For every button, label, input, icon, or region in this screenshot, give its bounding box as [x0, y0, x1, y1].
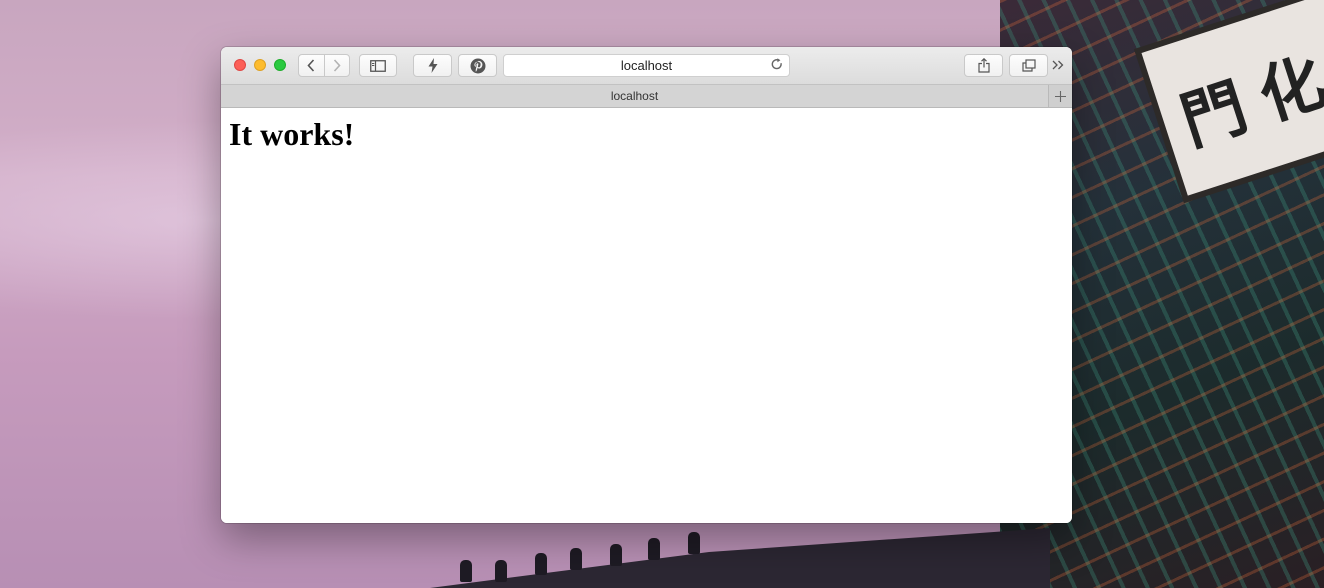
forward-button[interactable]	[323, 55, 350, 76]
browser-toolbar: localhost	[221, 47, 1072, 85]
back-button[interactable]	[299, 55, 324, 76]
page-heading: It works!	[229, 116, 355, 152]
wallpaper-roof-figure	[535, 553, 547, 575]
pinterest-icon	[470, 58, 485, 73]
browser-window: localhost localhost It works!	[221, 47, 1072, 523]
page-content: It works!	[221, 108, 1072, 523]
tab-bar: localhost	[221, 85, 1072, 108]
wallpaper-roof-figure	[688, 532, 700, 554]
window-close-button[interactable]	[234, 59, 246, 71]
wallpaper-roof-figure	[495, 560, 507, 582]
sidebar-button[interactable]	[359, 54, 397, 77]
pinterest-extension-button[interactable]	[458, 54, 497, 77]
sidebar-icon	[370, 59, 386, 72]
tab-active[interactable]: localhost	[221, 89, 1048, 103]
navigation-buttons	[298, 54, 350, 77]
wallpaper-roof-figure	[648, 538, 660, 560]
chevron-right-icon	[333, 59, 341, 72]
window-maximize-button[interactable]	[274, 59, 286, 71]
address-bar[interactable]: localhost	[503, 54, 790, 77]
reload-button[interactable]	[771, 58, 783, 74]
wallpaper-roof-figure	[610, 544, 622, 566]
toolbar-overflow-button[interactable]	[1052, 58, 1064, 73]
tab-overview-button[interactable]	[1009, 54, 1048, 77]
share-icon	[977, 58, 990, 73]
chevron-left-icon	[307, 59, 315, 72]
wallpaper-roof-figure	[570, 548, 582, 570]
reload-icon	[771, 58, 782, 70]
double-chevron-right-icon	[1052, 60, 1064, 70]
wallpaper-roofline	[430, 528, 1050, 588]
window-minimize-button[interactable]	[254, 59, 266, 71]
new-tab-button[interactable]	[1048, 85, 1072, 107]
bolt-icon	[428, 58, 437, 73]
share-button[interactable]	[964, 54, 1003, 77]
tab-title-label: localhost	[610, 89, 659, 103]
wallpaper-roof-figure	[460, 560, 472, 582]
bolt-extension-button[interactable]	[413, 54, 452, 77]
tabs-overview-icon	[1021, 59, 1036, 72]
address-text: localhost	[620, 58, 673, 73]
plus-icon	[1055, 90, 1066, 102]
